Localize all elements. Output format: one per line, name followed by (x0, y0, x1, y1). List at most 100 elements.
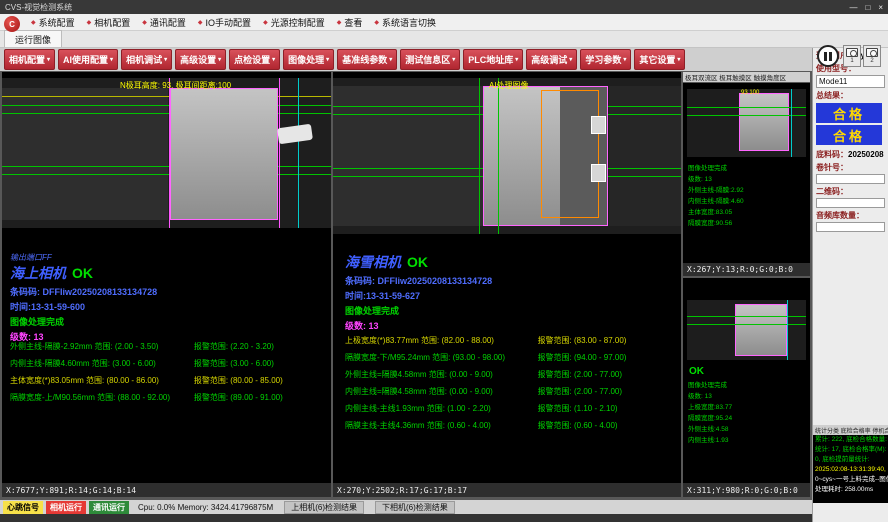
statistics-line: 2025:02:08-13:31:39:40, (813, 465, 888, 475)
overlay-line (687, 107, 806, 108)
tab-lower-camera-results[interactable]: 下相机(6)检测结果 (375, 501, 455, 514)
material-code-label: 底料码： (816, 150, 848, 159)
preview-line: 外侧主线:4.58 (688, 424, 732, 435)
measurement-row: 外侧主线-隔膜-2.92mm 范围: (2.00 - 3.50) 报警范围: (… (10, 338, 327, 355)
total-result-row: 总结果： (813, 88, 888, 101)
menu-io-manual-config[interactable]: IO手动配置 (193, 15, 256, 30)
machine-background (333, 86, 483, 226)
menu-comm-config[interactable]: 通讯配置 (137, 15, 191, 30)
preview-line: 图像处理完成 (688, 380, 732, 391)
ok-status: OK (407, 254, 428, 270)
camera-image-upper: N极耳高度: 93. 极耳间距离:100 (2, 78, 331, 228)
menu-view[interactable]: 查看 (332, 15, 368, 30)
pixel-coordinate-bar-preview-1: X:267;Y:13;R:0;G:0;B:0 (683, 263, 810, 276)
measurement-name: 内侧主线-主线1.93mm 范围: (1.00 - 2.20) (345, 403, 538, 414)
machine-background (2, 88, 168, 220)
measurement-alarm: 报警范围: (94.00 - 97.00) (538, 352, 677, 363)
preview-line: 外侧主线-隔膜:2.92 (688, 185, 744, 196)
tab-run-image[interactable]: 运行图像 (4, 30, 62, 47)
camera-1-icon[interactable]: 1 (843, 45, 861, 67)
model-value-field[interactable]: Mode11 (816, 75, 885, 88)
measurement-alarm: 报警范围: (2.20 - 3.20) (194, 341, 327, 352)
statistics-panel: 统计分类 底检合格率 停机合格率 累计: 222, 底检合格数量: 统计: 17… (813, 425, 888, 503)
overlay-line (2, 96, 331, 97)
toolbar-camera-debug-button[interactable]: 相机调试 (121, 49, 172, 70)
measurement-name: 隔膜宽度-下/M95.24mm 范围: (93.00 - 98.00) (345, 352, 538, 363)
menu-label: 相机配置 (94, 16, 130, 29)
toolbar-camera-config-button[interactable]: 相机配置 (4, 49, 55, 70)
menu-label: 系统配置 (39, 16, 75, 29)
toolbar-test-info-button[interactable]: 测试信息区 (400, 49, 460, 70)
close-button[interactable]: × (878, 3, 883, 12)
qrcode-field[interactable] (816, 198, 885, 208)
statistics-line: 累计: 222, 底检合格数量: (813, 435, 888, 445)
camera-view-upper[interactable]: N极耳高度: 93. 极耳间距离:100 输出端口FF 海上相机OK 条码码: … (2, 72, 331, 483)
menu-system-config[interactable]: 系统配置 (26, 15, 80, 30)
camera-2-number: 2 (870, 58, 873, 64)
preview-line: 隔膜宽度:95.24 (688, 413, 732, 424)
toolbar-other-settings-button[interactable]: 其它设置 (634, 49, 685, 70)
time-text: 时间:13-31-59-627 (345, 289, 492, 302)
minimize-button[interactable]: — (849, 3, 857, 12)
camera-run-status-badge: 相机运行 (46, 501, 86, 514)
toolbar-advanced-debug-button[interactable]: 高级调试 (526, 49, 577, 70)
tab-upper-camera-results[interactable]: 上相机(6)检测结果 (284, 501, 364, 514)
inspected-part (170, 88, 278, 220)
overlay-line (2, 113, 331, 114)
camera-2-icon[interactable]: 2 (863, 45, 881, 67)
audio-count-field[interactable] (816, 222, 885, 232)
window-controls: — □ × (849, 3, 883, 12)
menu-label: 系统语言切换 (382, 16, 436, 29)
tab-glint (591, 164, 606, 182)
grade-text: 级数: 13 (345, 319, 492, 332)
cpu-memory-text: Cpu: 0.0% Memory: 3424.41796875M (138, 503, 273, 512)
barcode-text: 条码码: DFFIiw20250208133134728 (345, 274, 492, 287)
bottom-strip (0, 514, 812, 522)
overlay-vline (498, 78, 499, 234)
result-info-lower: 海雪相机OK 条码码: DFFIiw20250208133134728 时间:1… (345, 252, 492, 332)
measurement-row: 隔膜宽度-上/M90.56mm 范围: (88.00 - 92.00) 报警范围… (10, 389, 327, 406)
total-result-label: 总结果： (816, 91, 848, 100)
right-sidebar: 登录用户：cys 使用型号： Mode11 总结果： 合格 合格 底料码：202… (812, 48, 888, 522)
toolbar-baseline-params-button[interactable]: 基准线参数 (337, 49, 397, 70)
overlay-vline (298, 78, 299, 228)
preview-line: 内侧主线-隔膜:4.60 (688, 196, 744, 207)
measurement-alarm: 报警范围: (83.00 - 87.00) (538, 335, 677, 346)
camera-view-lower[interactable]: AI处理图像 海雪相机OK 条码码: DFFIiw202502081331347… (333, 72, 681, 483)
toolbar-learning-params-button[interactable]: 学习参数 (580, 49, 631, 70)
measurement-name: 隔膜宽度-上/M90.56mm 范围: (88.00 - 92.00) (10, 392, 194, 403)
statistics-line: 0, 底检提前量统计: (813, 455, 888, 465)
toolbar-image-processing-button[interactable]: 图像处理 (283, 49, 334, 70)
material-code-value: 20250208 (848, 150, 884, 159)
dimension-label: N极耳高度: 93. 极耳间距离:100 (120, 80, 231, 91)
pause-icon[interactable] (817, 45, 839, 67)
measurement-row: 内侧主线=隔膜4.58mm 范围: (0.00 - 9.00) 报警范围: (2… (345, 383, 677, 400)
toolbar-ai-config-button[interactable]: AI使用配置 (58, 49, 118, 70)
preview-image-2 (687, 300, 806, 360)
toolbar-spot-check-button[interactable]: 点检设置 (229, 49, 280, 70)
toolbar-advanced-settings-button[interactable]: 高级设置 (175, 49, 226, 70)
preview-view-1[interactable]: 93 100 图像处理完成 级数: 13 外侧主线-隔膜:2.92 内侧主线-隔… (683, 83, 810, 263)
preview-view-2[interactable]: OK 图像处理完成 级数: 13 上极宽度:83.77 隔膜宽度:95.24 外… (683, 278, 810, 483)
menu-label: 光源控制配置 (271, 16, 325, 29)
menu-camera-config[interactable]: 相机配置 (82, 15, 136, 30)
qrcode-row: 二维码： (813, 184, 888, 208)
menu-light-control-config[interactable]: 光源控制配置 (258, 15, 330, 30)
toolbar-plc-address-button[interactable]: PLC地址库 (463, 49, 523, 70)
needle-number-label: 卷针号： (816, 163, 848, 172)
measurement-alarm: 报警范围: (89.00 - 91.00) (194, 392, 327, 403)
heartbeat-status-badge: 心跳信号 (3, 501, 43, 514)
maximize-button[interactable]: □ (865, 3, 870, 12)
time-text: 时间:13-31-59-600 (10, 300, 157, 313)
result-info-upper: 输出端口FF 海上相机OK 条码码: DFFIiw202502081331347… (10, 252, 157, 343)
camera-title: 海上相机 (10, 265, 66, 281)
menu-label: 通讯配置 (150, 16, 186, 29)
menu-language-switch[interactable]: 系统语言切换 (369, 15, 441, 30)
measurement-row: 隔膜主线-主线4.36mm 范围: (0.60 - 4.00) 报警范围: (0… (345, 417, 677, 434)
measurement-table-lower: 上极宽度(*)83.77mm 范围: (82.00 - 88.00) 报警范围:… (345, 332, 677, 434)
needle-number-field[interactable] (816, 174, 885, 184)
dimension-label: 93 100 (741, 90, 759, 96)
preview-zone-header: 极耳双流区 极耳触摸区 触摸角度区 (683, 72, 810, 82)
process-status: 图像处理完成 (10, 315, 157, 328)
needle-number-row: 卷针号： (813, 160, 888, 184)
